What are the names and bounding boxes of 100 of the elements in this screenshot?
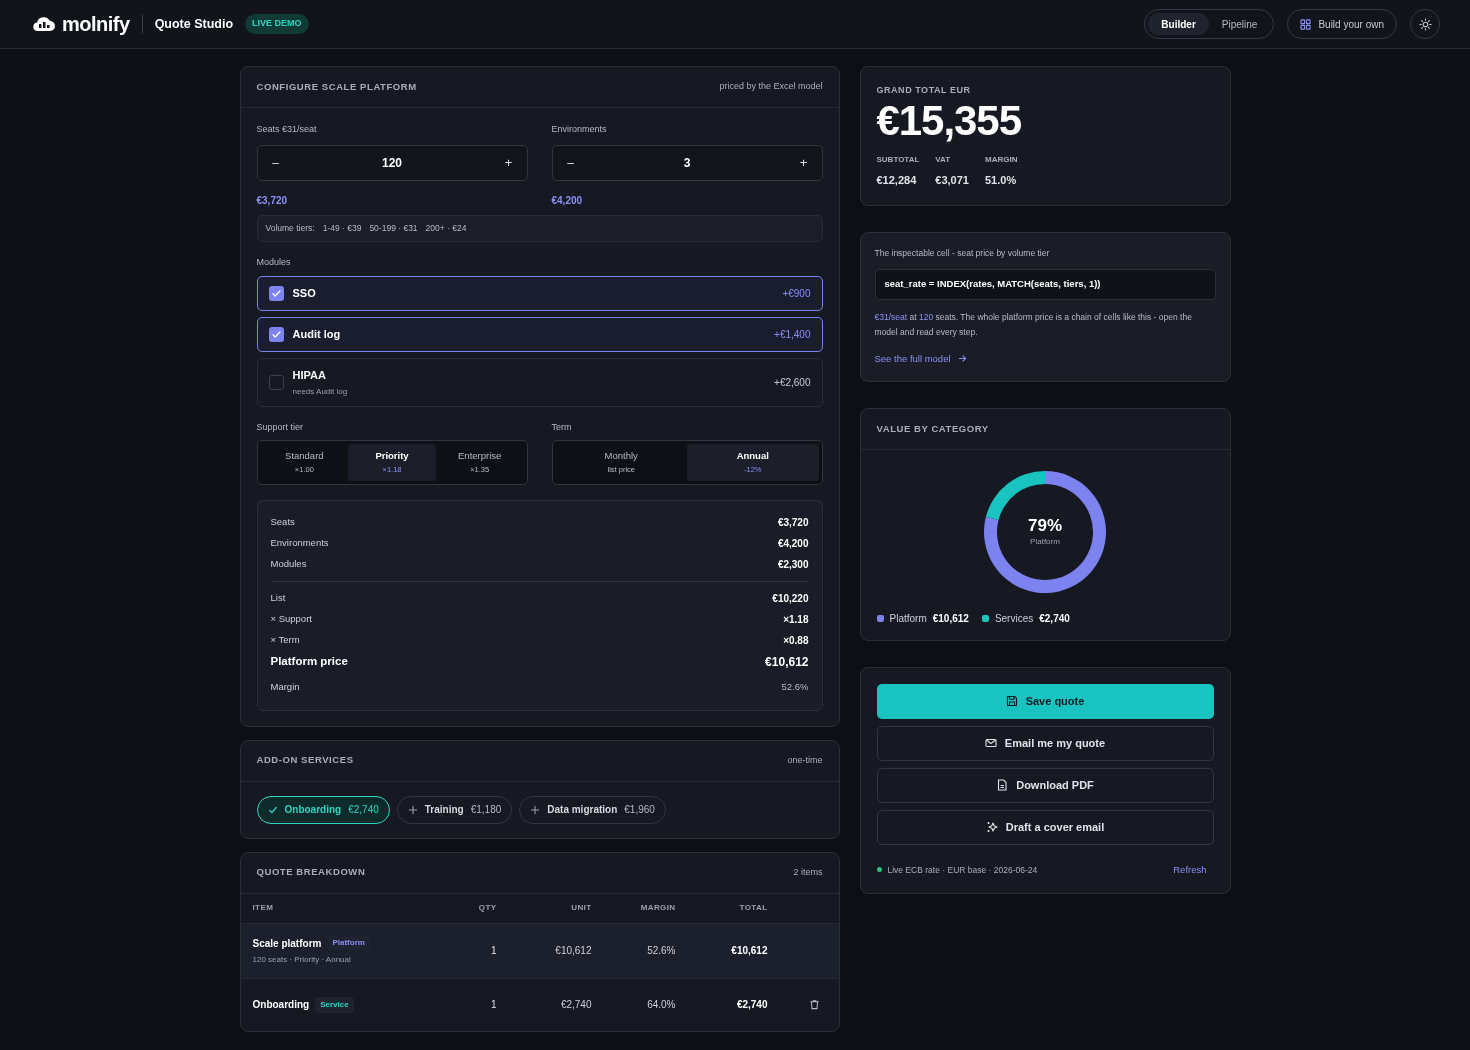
formula-field: seat_rate = INDEX(rates, MATCH(seats, tiers, 1)): [874, 268, 1216, 300]
summary-value: 52.6%: [781, 680, 809, 695]
table-cell-text: 52.6%: [646, 944, 676, 958]
stepper-value: 120: [381, 154, 403, 172]
summary-label: List: [270, 590, 286, 605]
table-row[interactable]: Onboarding Service 1 €2,740 64.0% €2,740: [240, 978, 839, 1031]
module-name: Audit log: [292, 327, 342, 343]
section-label: Modules: [256, 255, 292, 269]
stat-value: €12,284: [876, 172, 918, 188]
table-cell-text: 1: [489, 944, 497, 958]
card-title: QUOTE BREAKDOWN: [256, 865, 366, 880]
amount-text: €4,200: [551, 193, 584, 208]
field-label: Seats €31/seat: [256, 123, 318, 136]
summary-value: €4,200: [777, 536, 809, 551]
module-name: HIPAA: [292, 368, 327, 384]
tier-text: 50-199 · €31: [369, 221, 418, 235]
save-icon: [1005, 695, 1018, 708]
module-note: needs Audit log: [292, 385, 349, 398]
summary-label: Seats: [270, 514, 295, 529]
check-icon: [270, 329, 282, 340]
table-cell-text: €2,740: [559, 998, 592, 1012]
check-icon: [270, 288, 282, 299]
number-stepper[interactable]: – 120 +: [256, 144, 528, 181]
summary-label: Margin: [270, 680, 300, 695]
rate-status-text: Live ECB rate · EUR base · 2026-06-24: [887, 863, 1039, 877]
checkbox[interactable]: [268, 375, 284, 390]
summary-label: Modules: [270, 556, 307, 571]
table-row[interactable]: Scale platform Platform 120 seats · Priority · Annual 1 €10,612 52.6% €10,612: [240, 923, 839, 979]
card-title: GRAND TOTAL EUR: [876, 84, 972, 97]
checkbox[interactable]: [268, 327, 284, 342]
table-cell-text: 1: [489, 998, 497, 1012]
product-name: Quote Studio: [154, 15, 234, 33]
item-name: Onboarding: [252, 998, 310, 1012]
summary-value: ×0.88: [783, 633, 809, 648]
decrement-button[interactable]: –: [269, 153, 282, 172]
view-tab[interactable]: Builder: [1148, 13, 1209, 35]
field-label: Support tier: [256, 421, 305, 434]
table-cell-text: €2,740: [735, 998, 768, 1012]
stat-label: SUBTOTAL: [876, 153, 920, 166]
table-cell-text: €10,612: [730, 944, 768, 958]
column-header: ITEM: [252, 902, 275, 914]
increment-button[interactable]: +: [797, 152, 810, 173]
summary-value: €10,612: [765, 654, 809, 671]
item-detail: 120 seats · Priority · Annual: [252, 954, 352, 966]
legend-value: €10,612: [932, 611, 969, 626]
legend-label: Platform: [889, 611, 927, 626]
action-button[interactable]: Save quote: [876, 683, 1214, 719]
refresh-link[interactable]: Refresh: [1173, 862, 1207, 877]
checkbox[interactable]: [268, 286, 284, 301]
action-button[interactable]: Email me my quote: [876, 725, 1214, 761]
delete-button[interactable]: [808, 998, 821, 1011]
check-icon: [267, 804, 278, 815]
summary-value: €3,720: [777, 515, 809, 530]
number-stepper[interactable]: – 3 +: [551, 144, 823, 181]
field-label: Environments: [551, 123, 608, 136]
grand-total-value: €15,355: [876, 97, 1022, 144]
donut-center-value: 79%: [1028, 515, 1062, 536]
card-title: VALUE BY CATEGORY: [876, 421, 989, 436]
tier-text: 1-49 · €39: [322, 221, 362, 235]
increment-button[interactable]: +: [502, 152, 515, 173]
action-button[interactable]: Download PDF: [876, 767, 1214, 803]
column-header: TOTAL: [738, 902, 768, 914]
card-note: one-time: [787, 753, 823, 767]
card-note: priced by the Excel model: [719, 80, 823, 94]
donut-center-label: Platform: [1030, 535, 1060, 548]
summary-label: Environments: [270, 535, 329, 550]
summary-value: ×1.18: [783, 612, 809, 627]
grid-icon: [1300, 18, 1312, 30]
field-label: Term: [551, 421, 573, 434]
module-price: +€900: [782, 287, 811, 301]
item-name: Scale platform: [252, 936, 322, 951]
document-icon: [996, 779, 1009, 792]
stat-value: 51.0%: [984, 172, 1018, 188]
amount-text: €3,720: [256, 193, 289, 208]
stepper-value: 3: [682, 154, 692, 172]
sparkle-icon: [985, 821, 998, 834]
category-tag: Service: [315, 996, 354, 1013]
full-model-link[interactable]: See the full model: [874, 351, 967, 366]
explanation-text: €31/seat at 120 seats. The whole platform price is a chain of cells like this - open the model and read every step.: [874, 310, 1193, 339]
view-tab[interactable]: Pipeline: [1208, 13, 1271, 35]
stat-label: VAT: [935, 153, 952, 166]
card-title: ADD-ON SERVICES: [256, 753, 354, 768]
module-option[interactable]: SSO +€900: [256, 276, 823, 311]
card-note: 2 items: [793, 865, 823, 879]
action-button[interactable]: Draft a cover email: [876, 809, 1214, 845]
module-price: +€1,400: [774, 328, 811, 342]
summary-label: × Support: [270, 611, 312, 626]
decrement-button[interactable]: –: [564, 153, 577, 172]
tier-text: 200+ · €24: [425, 221, 467, 235]
sun-icon: [1418, 17, 1432, 31]
tiers-label: Volume tiers:: [265, 221, 315, 235]
legend-value: €2,740: [1039, 611, 1070, 626]
module-option[interactable]: Audit log +€1,400: [256, 317, 823, 352]
addon-chip[interactable]: Onboarding €2,740: [256, 795, 390, 824]
module-option[interactable]: HIPAA needs Audit log +€2,600: [256, 358, 823, 407]
module-name: SSO: [292, 286, 317, 302]
module-price: +€2,600: [774, 376, 811, 390]
envelope-icon: [984, 737, 997, 750]
summary-label: × Term: [270, 632, 300, 647]
arrow-right-icon: [957, 354, 967, 364]
